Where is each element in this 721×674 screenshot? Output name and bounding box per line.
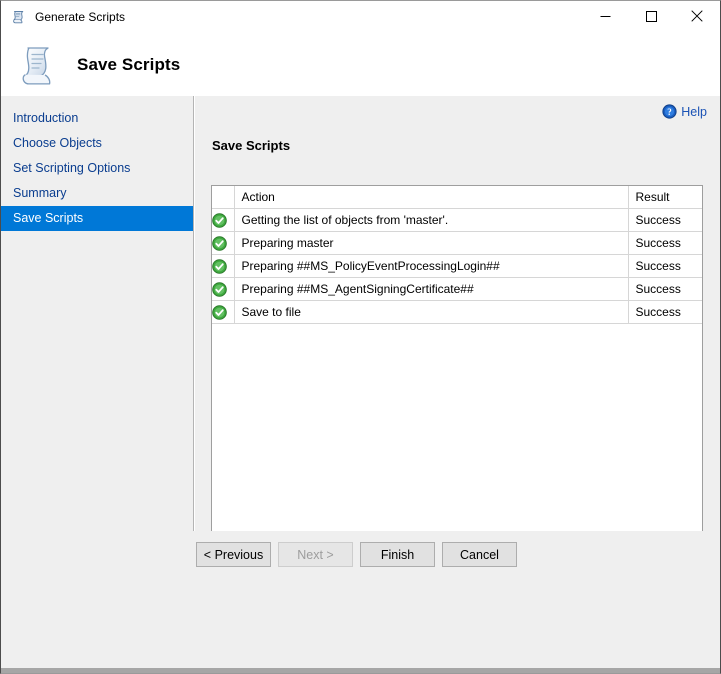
column-header-status[interactable] xyxy=(212,186,234,209)
window-controls xyxy=(582,1,720,31)
sidebar-item-save-scripts[interactable]: Save Scripts xyxy=(1,206,193,231)
table-row[interactable]: Getting the list of objects from 'master… xyxy=(212,209,702,232)
sidebar-item-label: Summary xyxy=(13,186,66,200)
svg-text:?: ? xyxy=(668,107,673,117)
table-header-row: Action Result xyxy=(212,186,702,209)
sidebar-item-summary[interactable]: Summary xyxy=(1,181,193,206)
sidebar-item-set-scripting-options[interactable]: Set Scripting Options xyxy=(1,156,193,181)
page-title: Save Scripts xyxy=(77,55,180,75)
next-button: Next > xyxy=(278,542,353,567)
help-link[interactable]: ? Help xyxy=(662,104,707,119)
action-cell: Preparing ##MS_PolicyEventProcessingLogi… xyxy=(234,255,628,278)
close-button[interactable] xyxy=(674,1,720,31)
action-cell: Save to file xyxy=(234,301,628,324)
sidebar-item-label: Save Scripts xyxy=(13,211,83,225)
sidebar-item-introduction[interactable]: Introduction xyxy=(1,106,193,131)
window-title: Generate Scripts xyxy=(35,10,125,24)
result-cell: Success xyxy=(628,255,702,278)
success-check-icon xyxy=(212,209,234,232)
sidebar-item-label: Set Scripting Options xyxy=(13,161,130,175)
table-row[interactable]: Preparing master Success xyxy=(212,232,702,255)
wizard-footer: < Previous Next > Finish Cancel xyxy=(1,531,720,673)
action-cell: Getting the list of objects from 'master… xyxy=(234,209,628,232)
success-check-icon xyxy=(212,301,234,324)
section-title: Save Scripts xyxy=(212,138,290,153)
help-label: Help xyxy=(681,105,707,119)
table-row[interactable]: Preparing ##MS_AgentSigningCertificate##… xyxy=(212,278,702,301)
sidebar-item-choose-objects[interactable]: Choose Objects xyxy=(1,131,193,156)
success-check-icon xyxy=(212,255,234,278)
scroll-icon xyxy=(15,41,63,89)
result-cell: Success xyxy=(628,209,702,232)
action-cell: Preparing master xyxy=(234,232,628,255)
previous-button[interactable]: < Previous xyxy=(196,542,271,567)
success-check-icon xyxy=(212,232,234,255)
help-circle-icon: ? xyxy=(662,104,677,119)
sidebar-item-label: Choose Objects xyxy=(13,136,102,150)
window-bottom-edge xyxy=(1,668,720,673)
page-banner: Save Scripts xyxy=(1,33,720,96)
result-cell: Success xyxy=(628,232,702,255)
column-header-action[interactable]: Action xyxy=(234,186,628,209)
results-listbox[interactable]: Action Result xyxy=(211,185,703,563)
minimize-button[interactable] xyxy=(582,1,628,31)
maximize-button[interactable] xyxy=(628,1,674,31)
table-row[interactable]: Preparing ##MS_PolicyEventProcessingLogi… xyxy=(212,255,702,278)
title-bar: Generate Scripts xyxy=(1,1,720,33)
generate-scripts-window: Generate Scripts xyxy=(0,0,721,674)
results-table: Action Result xyxy=(212,186,702,324)
scroll-icon xyxy=(11,9,27,25)
sidebar-item-label: Introduction xyxy=(13,111,78,125)
table-row[interactable]: Save to file Success xyxy=(212,301,702,324)
success-check-icon xyxy=(212,278,234,301)
column-header-result[interactable]: Result xyxy=(628,186,702,209)
action-cell: Preparing ##MS_AgentSigningCertificate## xyxy=(234,278,628,301)
finish-button[interactable]: Finish xyxy=(360,542,435,567)
result-cell: Success xyxy=(628,301,702,324)
result-cell: Success xyxy=(628,278,702,301)
cancel-button[interactable]: Cancel xyxy=(442,542,517,567)
